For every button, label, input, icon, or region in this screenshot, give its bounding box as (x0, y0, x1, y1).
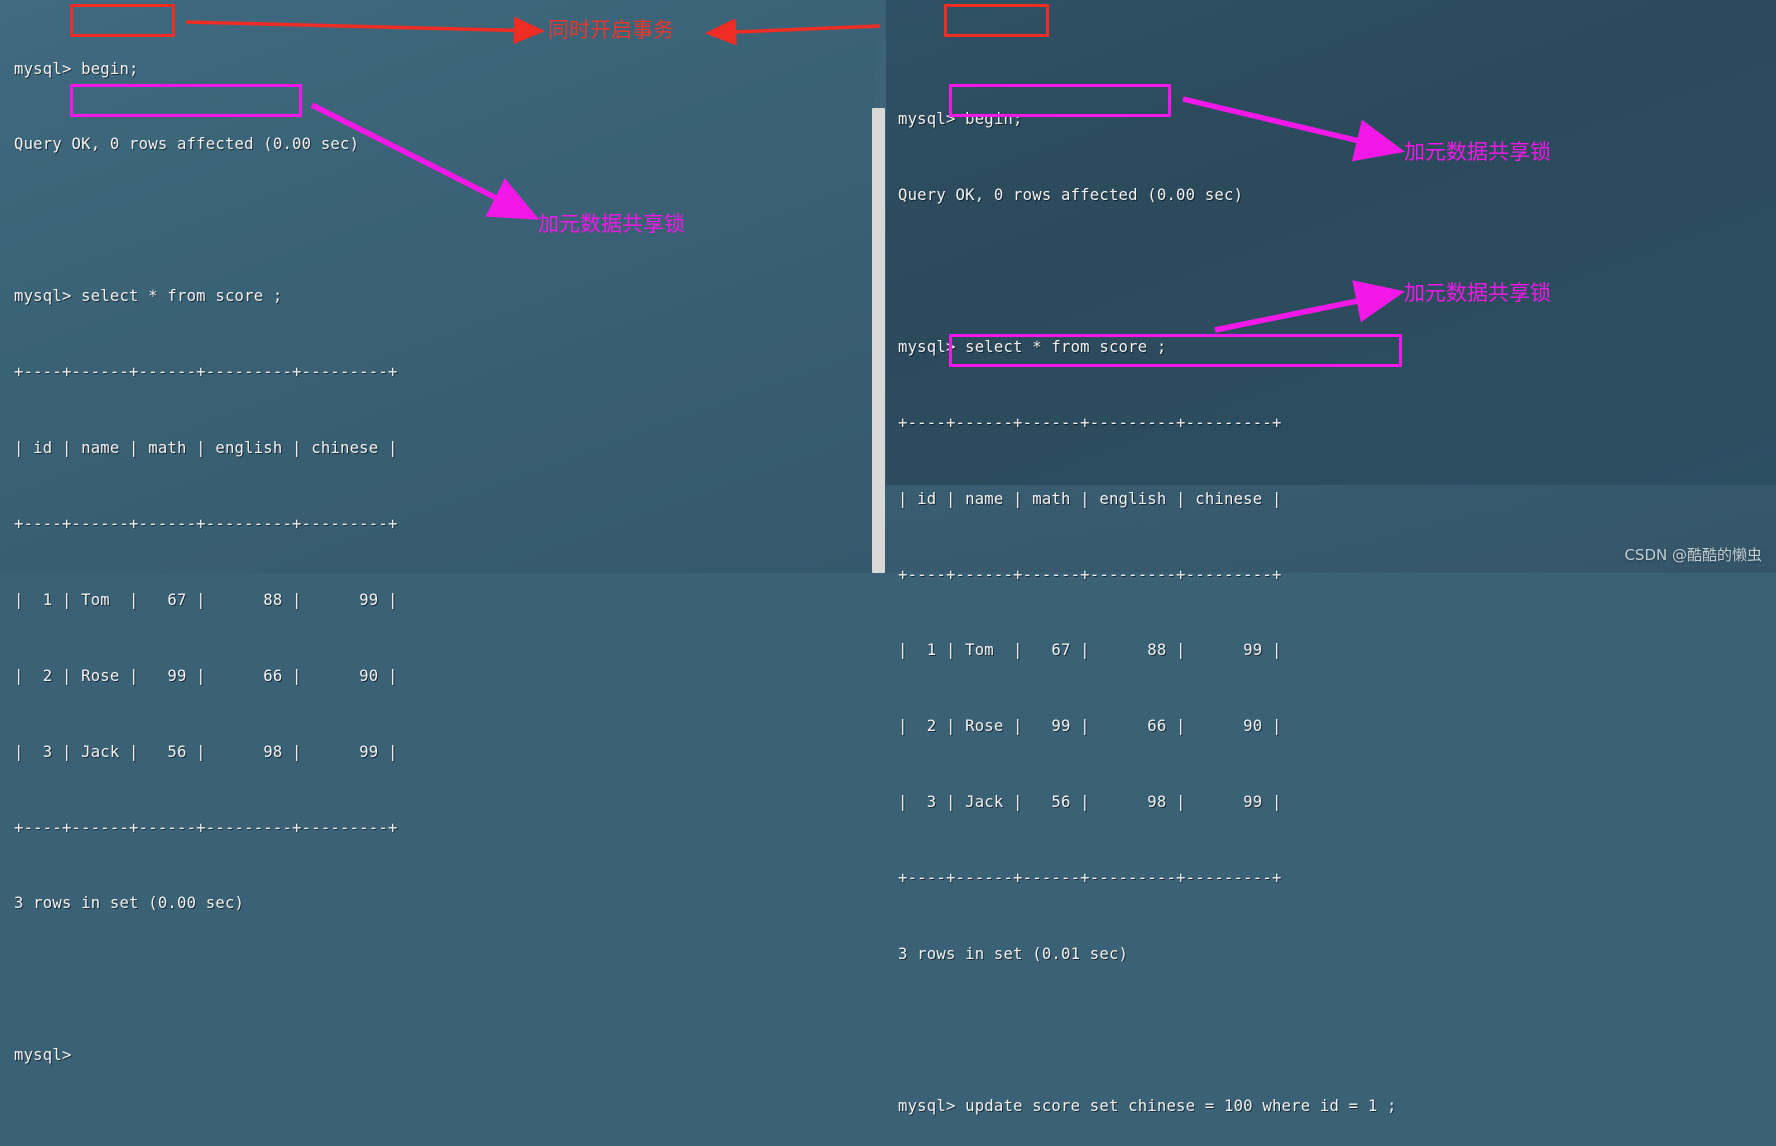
terminal-left-line-2 (14, 208, 875, 233)
terminal-left-line-6: +----+------+------+---------+---------+ (14, 514, 398, 533)
terminal-left-line-0: mysql> begin; (14, 59, 139, 78)
terminal-right-line-9: | 3 | Jack | 56 | 98 | 99 | (898, 793, 1282, 812)
terminal-left-line-8: | 2 | Rose | 99 | 66 | 90 | (14, 666, 398, 685)
terminal-left-line-9: | 3 | Jack | 56 | 98 | 99 | (14, 742, 398, 761)
terminal-right-line-4: +----+------+------+---------+---------+ (898, 413, 1282, 432)
terminal-left-line-5: | id | name | math | english | chinese | (14, 439, 398, 458)
terminal-right-line-11: 3 rows in set (0.01 sec) (898, 944, 1129, 963)
scrollbar[interactable] (872, 108, 885, 573)
terminal-left-line-12 (14, 967, 875, 992)
terminal-right-line-0: mysql> begin; (898, 110, 1023, 129)
terminal-right-session[interactable]: mysql> begin; Query OK, 0 rows affected … (886, 0, 1776, 1115)
terminal-left-line-1: Query OK, 0 rows affected (0.00 sec) (14, 135, 360, 154)
terminal-right-line-6: +----+------+------+---------+---------+ (898, 565, 1282, 584)
terminal-left-line-10: +----+------+------+---------+---------+ (14, 818, 398, 837)
annotation-left-select-note: 加元数据共享锁 (538, 212, 685, 236)
terminal-right-line-10: +----+------+------+---------+---------+ (898, 869, 1282, 888)
terminal-left-line-7: | 1 | Tom | 67 | 88 | 99 | (14, 590, 398, 609)
terminal-right-line-13: mysql> update score set chinese = 100 wh… (898, 1096, 1397, 1115)
terminal-right-line-5: | id | name | math | english | chinese | (898, 489, 1282, 508)
terminal-right-line-12 (898, 1018, 1776, 1043)
terminal-left-line-4: +----+------+------+---------+---------+ (14, 363, 398, 382)
terminal-right-line-3: mysql> select * from score ; (898, 337, 1167, 356)
terminal-right-line-7: | 1 | Tom | 67 | 88 | 99 | (898, 641, 1282, 660)
annotation-right-update-note: 加元数据共享锁 (1404, 281, 1551, 305)
terminal-left-prompt: mysql> (14, 1046, 72, 1065)
terminal-right-line-8: | 2 | Rose | 99 | 66 | 90 | (898, 717, 1282, 736)
terminal-right-line-2 (898, 259, 1776, 284)
annotation-right-select-note: 加元数据共享锁 (1404, 140, 1551, 164)
terminal-left-line-11: 3 rows in set (0.00 sec) (14, 894, 245, 913)
terminal-left-line-3: mysql> select * from score ; (14, 287, 283, 306)
terminal-left-session[interactable]: mysql> begin; Query OK, 0 rows affected … (0, 0, 875, 1064)
annotation-begin-note: 同时开启事务 (548, 18, 674, 42)
csdn-watermark: CSDN @酷酷的懒虫 (1624, 546, 1762, 564)
terminal-right-line-1: Query OK, 0 rows affected (0.00 sec) (898, 186, 1244, 205)
